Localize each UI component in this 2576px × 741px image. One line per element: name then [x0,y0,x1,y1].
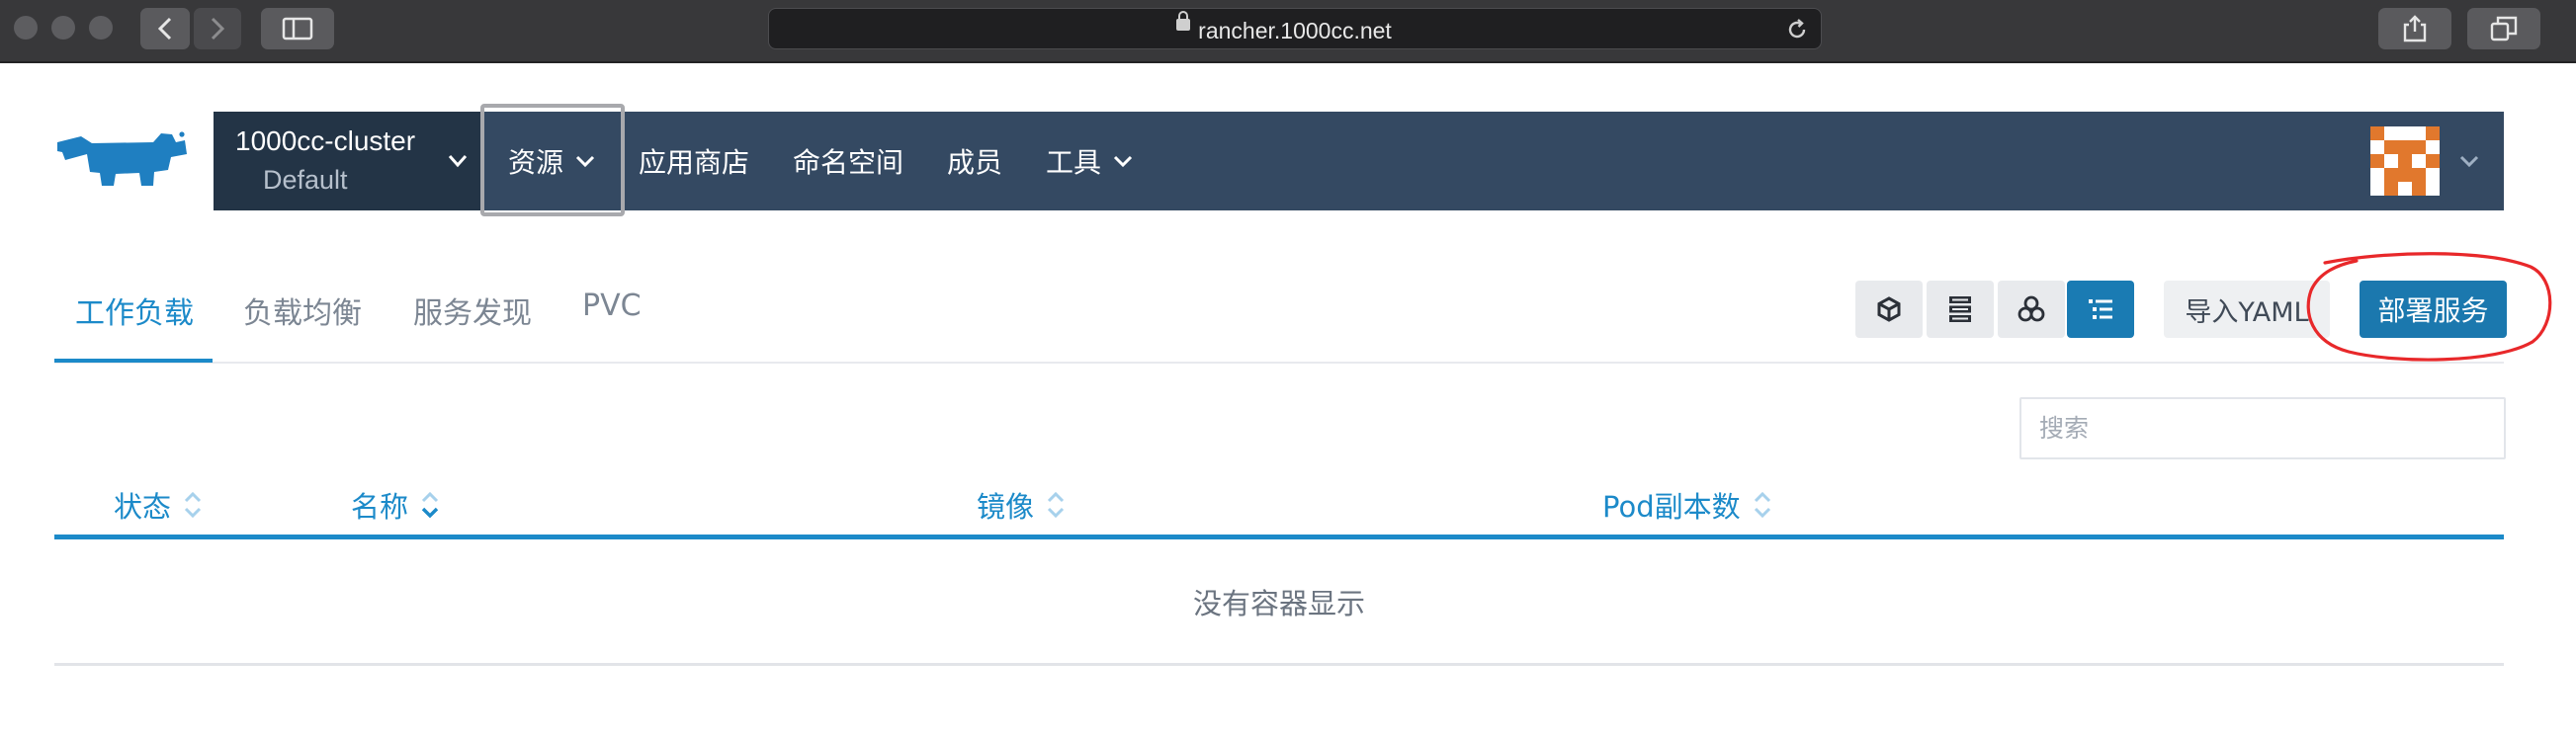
nav-item-resources[interactable]: 资源 [508,112,595,210]
cube-icon [1877,296,1901,322]
node-group-icon [2018,295,2045,322]
sort-icon [1047,491,1065,519]
chevron-down-icon [1113,155,1133,168]
nav-item-members[interactable]: 成员 [947,112,1002,210]
deploy-service-button[interactable]: 部署服务 [2360,281,2507,338]
nav-item-label: 资源 [508,146,564,179]
tabs-overview-button[interactable] [2467,8,2540,49]
nav-item-label: 命名空间 [793,146,904,179]
back-button[interactable] [140,8,190,49]
view-by-node-button[interactable] [1927,281,1994,338]
chevron-down-icon[interactable] [2458,154,2480,168]
window-close-button[interactable] [14,16,38,40]
share-icon [2403,15,2427,42]
list-icon [2089,299,2112,319]
window-minimize-button[interactable] [51,16,75,40]
sort-desc-icon [421,491,439,519]
lock-icon [1176,11,1190,31]
nav-item-app-store[interactable]: 应用商店 [639,112,749,210]
address-text: rancher.1000cc.net [1198,18,1392,43]
nav-item-label: 成员 [947,146,1003,179]
tabs-divider [54,362,2504,364]
chevron-right-icon [211,17,225,41]
tab-load-balancing[interactable]: 负载均衡 [243,288,362,332]
main-navigation-bar: 1000cc-cluster Default 资源 应用商店 命名空间 成员 工… [214,104,2504,216]
table-empty-message: 没有容器显示 [1192,587,1365,620]
address-bar[interactable]: rancher.1000cc.net [768,8,1822,49]
table-bottom-border [54,663,2504,666]
sidebar-toggle-button[interactable] [261,8,334,49]
share-button[interactable] [2378,8,2451,49]
forward-button[interactable] [194,8,241,49]
column-header-label: Pod副本数 [1602,490,1741,524]
chevron-down-icon [448,155,468,168]
tab-service-discovery[interactable]: 服务发现 [413,288,532,332]
search-input[interactable] [2019,397,2506,459]
cluster-name: 1000cc-cluster [235,125,416,156]
nav-item-tools[interactable]: 工具 [1046,112,1133,210]
column-header-image[interactable]: 镜像 [977,484,1068,526]
column-header-label: 镜像 [977,490,1035,524]
sort-icon [1754,491,1770,519]
import-yaml-button[interactable]: 导入YAML [2164,281,2330,338]
window-zoom-button[interactable] [89,16,113,40]
active-tab-indicator [54,359,213,363]
column-header-label: 状态 [114,490,172,524]
view-as-list-button[interactable] [2067,281,2134,338]
sidebar-icon [282,17,313,41]
table-header-divider [54,535,2504,539]
browser-toolbar: rancher.1000cc.net [0,0,2576,63]
tab-workloads[interactable]: 工作负载 [75,288,194,332]
reload-icon[interactable] [1785,18,1809,41]
column-header-status[interactable]: 状态 [114,484,205,526]
column-header-pod-replicas[interactable]: Pod副本数 [1602,484,1774,526]
column-header-label: 名称 [351,490,409,524]
chevron-left-icon [157,17,172,41]
nav-item-namespaces[interactable]: 命名空间 [793,112,903,210]
view-by-group-button[interactable] [1998,281,2065,338]
sort-icon [184,491,202,519]
view-by-workload-button[interactable] [1855,281,1923,338]
rancher-logo-icon[interactable] [54,126,193,192]
project-name: Default [263,165,348,195]
server-list-icon [1949,296,1971,322]
tab-pvc[interactable]: PVC [582,288,642,323]
cluster-switcher[interactable]: 1000cc-cluster Default [214,112,480,210]
tabs-icon [2490,16,2518,41]
user-avatar[interactable] [2370,126,2440,196]
chevron-down-icon [575,155,595,168]
column-header-name[interactable]: 名称 [351,484,442,526]
nav-item-label: 工具 [1046,146,1102,179]
nav-item-label: 应用商店 [639,146,750,179]
